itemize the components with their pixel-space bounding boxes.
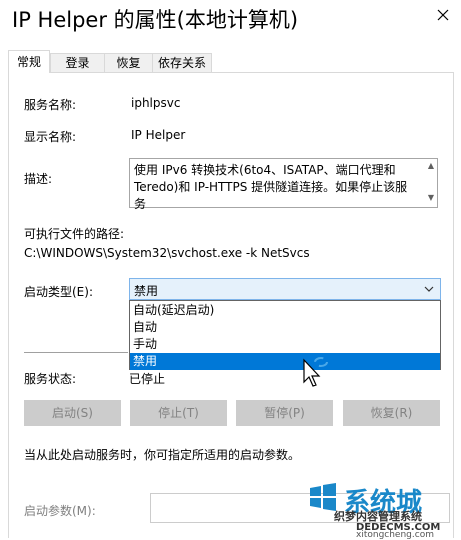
tab-recovery[interactable]: 恢复 bbox=[104, 53, 153, 72]
start-params-hint: 当从此处启动服务时，你可指定所适用的启动参数。 bbox=[24, 448, 301, 462]
tab-logon[interactable]: 登录 bbox=[50, 53, 105, 72]
close-icon[interactable] bbox=[434, 6, 452, 24]
site-watermark: 系统城 织梦内容管理系统 DEDECMS.COM xitongcheng.com bbox=[304, 478, 461, 540]
start-params-label: 启动参数(M): bbox=[24, 504, 96, 518]
description-label: 描述: bbox=[24, 172, 53, 186]
startup-option-auto[interactable]: 自动 bbox=[130, 319, 440, 336]
scroll-up-icon[interactable]: ▲ bbox=[426, 161, 436, 171]
description-text: 使用 IPv6 转换技术(6to4、ISATAP、端口代理和 Teredo)和 … bbox=[134, 163, 408, 211]
startup-type-select[interactable]: 禁用 bbox=[129, 278, 441, 300]
startup-type-label: 启动类型(E): bbox=[24, 285, 93, 299]
exe-path-value: C:\WINDOWS\System32\svchost.exe -k NetSv… bbox=[24, 246, 310, 260]
startup-option-manual[interactable]: 手动 bbox=[130, 336, 440, 353]
window-title: IP Helper 的属性(本地计算机) bbox=[12, 8, 299, 32]
startup-type-dropdown: 自动(延迟启动) 自动 手动 禁用 bbox=[129, 300, 441, 370]
service-status-label: 服务状态: bbox=[24, 372, 77, 386]
display-name-label: 显示名称: bbox=[24, 130, 77, 144]
chevron-down-icon[interactable] bbox=[422, 282, 436, 296]
pause-button[interactable]: 暂停(P) bbox=[236, 400, 333, 426]
watermark-url: xitongcheng.com bbox=[356, 530, 434, 540]
stop-button[interactable]: 停止(T) bbox=[130, 400, 227, 426]
section-separator bbox=[24, 352, 128, 353]
exe-path-label: 可执行文件的路径: bbox=[24, 227, 125, 241]
resume-button[interactable]: 恢复(R) bbox=[343, 400, 440, 426]
startup-type-value: 禁用 bbox=[134, 284, 159, 298]
description-box[interactable]: 使用 IPv6 转换技术(6to4、ISATAP、端口代理和 Teredo)和 … bbox=[129, 158, 438, 211]
service-name-value: iphlpsvc bbox=[131, 96, 181, 110]
tab-general[interactable]: 常规 bbox=[8, 50, 50, 73]
startup-option-auto-delayed[interactable]: 自动(延迟启动) bbox=[130, 302, 440, 319]
display-name-value: IP Helper bbox=[131, 128, 186, 142]
service-name-label: 服务名称: bbox=[24, 98, 77, 112]
mouse-cursor-icon bbox=[303, 358, 321, 387]
startup-option-disabled[interactable]: 禁用 bbox=[130, 353, 440, 370]
start-button[interactable]: 启动(S) bbox=[24, 400, 121, 426]
service-status-value: 已停止 bbox=[129, 372, 166, 386]
tab-dependencies[interactable]: 依存关系 bbox=[152, 53, 212, 72]
scroll-down-icon[interactable]: ▼ bbox=[426, 193, 436, 203]
